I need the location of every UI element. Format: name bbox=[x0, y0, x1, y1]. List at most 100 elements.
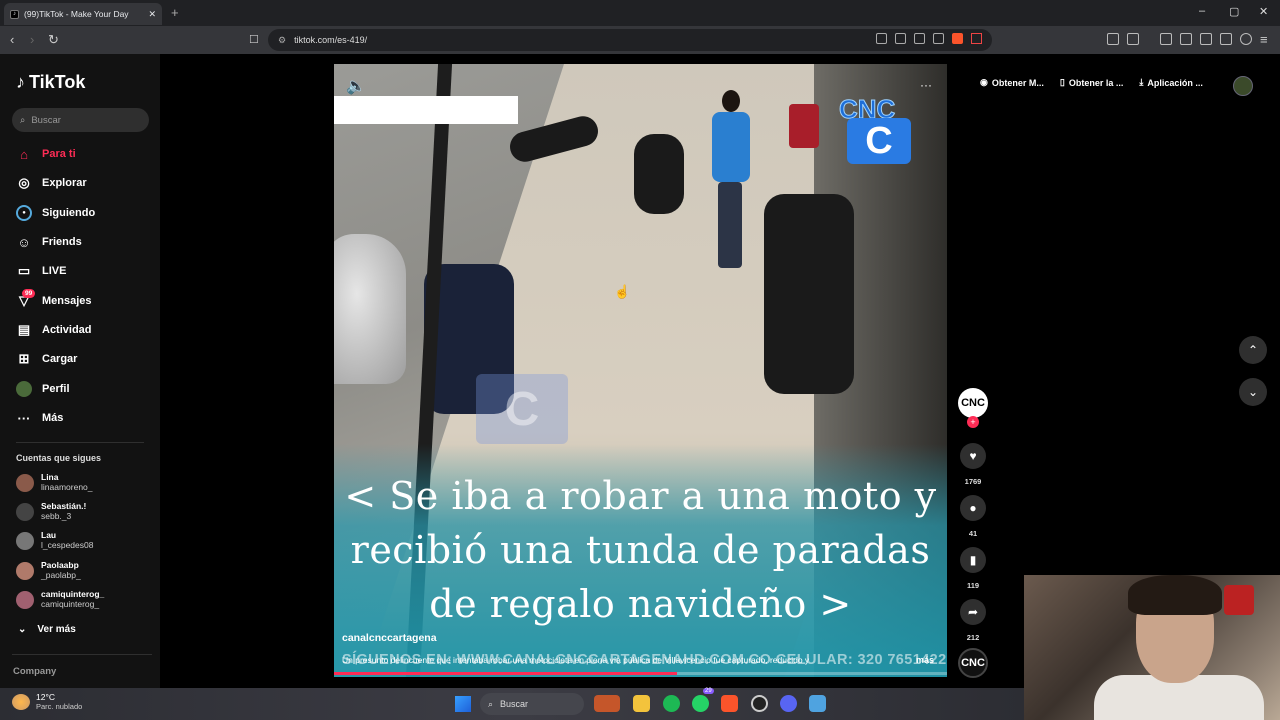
sidebar-divider bbox=[16, 442, 144, 443]
taskbar-search[interactable]: ⌕ Buscar bbox=[480, 693, 584, 715]
get-app-link[interactable]: ▯ Obtener la ... bbox=[1060, 77, 1123, 88]
forward-icon[interactable]: › bbox=[30, 32, 34, 48]
search-input[interactable]: ⌕ Buscar bbox=[12, 108, 149, 132]
bookmark-icon[interactable]: ☐ bbox=[249, 32, 259, 48]
extensions-icon[interactable] bbox=[1107, 33, 1119, 45]
account-username: camiquinterog_ bbox=[41, 599, 100, 609]
sidebar-item-live[interactable]: ▭ LIVE bbox=[16, 263, 67, 279]
wallet-icon[interactable] bbox=[1200, 33, 1212, 45]
windows-start-icon[interactable] bbox=[455, 696, 471, 712]
sidebar-item-para-ti[interactable]: ⌂ Para ti bbox=[16, 146, 76, 162]
follow-button[interactable]: + bbox=[967, 416, 979, 428]
share-count: 212 bbox=[966, 633, 980, 642]
minimize-button[interactable]: – bbox=[1199, 5, 1205, 17]
back-icon[interactable]: ‹ bbox=[10, 32, 14, 48]
desktop-app-link[interactable]: ⤓ Aplicación ... bbox=[1139, 77, 1203, 88]
video-progress-fill bbox=[334, 672, 678, 675]
creator-avatar[interactable]: CNC bbox=[958, 388, 988, 418]
reload-icon[interactable]: ↻ bbox=[48, 32, 59, 48]
translate-icon[interactable] bbox=[914, 33, 925, 44]
file-explorer-icon[interactable] bbox=[633, 695, 650, 712]
tab-title: (99)TikTok - Make Your Day bbox=[24, 9, 129, 19]
menu-icon[interactable]: ≡ bbox=[1260, 32, 1268, 48]
brave-rewards-icon[interactable] bbox=[971, 33, 982, 44]
sidebar-item-friends[interactable]: ☺ Friends bbox=[16, 234, 81, 250]
no-tracking-icon[interactable] bbox=[876, 33, 887, 44]
maximize-button[interactable]: ▢ bbox=[1229, 5, 1239, 18]
leo-ai-icon[interactable] bbox=[1220, 33, 1232, 45]
video-player[interactable]: CNC C C 🔈 ··· ☝ < Se iba a robar a una m… bbox=[334, 64, 947, 677]
comment-button[interactable]: ● bbox=[960, 495, 986, 521]
account-username: linaamoreno_ bbox=[41, 482, 93, 492]
previous-video-button[interactable]: ⌃ bbox=[1239, 336, 1267, 364]
sidebar-item-siguiendo[interactable]: ● Siguiendo bbox=[16, 205, 95, 221]
notepad-icon[interactable] bbox=[809, 695, 826, 712]
whatsapp-icon[interactable] bbox=[692, 695, 709, 712]
sidebar-item-label: Cargar bbox=[42, 353, 78, 365]
description-more-button[interactable]: más bbox=[916, 655, 934, 665]
video-author[interactable]: canalcnccartagena bbox=[342, 632, 437, 644]
account-name: Sebastián.! bbox=[41, 501, 87, 511]
tiktok-logo[interactable]: ♪ TikTok bbox=[16, 72, 85, 93]
followed-account[interactable]: Sebastián.! sebb._3 bbox=[16, 501, 86, 521]
heart-icon: ♥ bbox=[969, 449, 977, 463]
next-video-button[interactable]: ⌄ bbox=[1239, 378, 1267, 406]
taskbar-search-label: Buscar bbox=[500, 699, 529, 709]
brave-browser-icon[interactable] bbox=[721, 695, 738, 712]
cast-icon[interactable] bbox=[895, 33, 906, 44]
followed-account[interactable]: Lina linaamoreno_ bbox=[16, 472, 93, 492]
close-window-button[interactable]: ✕ bbox=[1259, 5, 1268, 18]
brave-shield-icon[interactable] bbox=[952, 33, 963, 44]
sidebar-divider bbox=[12, 654, 152, 655]
followed-account[interactable]: Paolaabp _paolabp_ bbox=[16, 560, 81, 580]
music-disc[interactable]: CNC bbox=[958, 648, 988, 678]
steam-icon[interactable] bbox=[751, 695, 768, 712]
see-more-button[interactable]: ⌄ Ver más bbox=[18, 624, 76, 635]
weather-widget[interactable]: 12°C Parc. nublado bbox=[12, 692, 82, 712]
url-text: tiktok.com/es-419/ bbox=[294, 35, 368, 45]
site-info-icon[interactable]: ⚙ bbox=[278, 35, 286, 46]
sidebar-item-actividad[interactable]: ▤ Actividad bbox=[16, 322, 92, 338]
media-icon[interactable] bbox=[1160, 33, 1172, 45]
discord-icon[interactable] bbox=[780, 695, 797, 712]
coin-icon: ◉ bbox=[980, 77, 988, 87]
video-description: Un presunto delincuente que intentaba ro… bbox=[342, 655, 810, 665]
address-bar[interactable]: ⚙ tiktok.com/es-419/ bbox=[268, 29, 992, 51]
friends-icon: ☺ bbox=[17, 234, 31, 250]
vpn-icon[interactable] bbox=[1240, 33, 1252, 45]
sidebar-item-label: Explorar bbox=[42, 177, 87, 189]
messages-badge: 99 bbox=[22, 289, 36, 298]
spotify-icon[interactable] bbox=[663, 695, 680, 712]
sidebar-item-perfil[interactable]: Perfil bbox=[16, 381, 70, 397]
tiktok-note-icon: ♪ bbox=[16, 72, 25, 92]
followed-account[interactable]: camiquinterog_ camiquinterog_ bbox=[16, 589, 104, 609]
video-progress-bar[interactable] bbox=[334, 672, 947, 675]
like-button[interactable]: ♥ bbox=[960, 443, 986, 469]
get-app-label: Obtener la ... bbox=[1068, 77, 1124, 88]
sidebar-item-mas[interactable]: ··· Más bbox=[16, 410, 64, 426]
save-button[interactable]: ▮ bbox=[960, 547, 986, 573]
account-name: Lau bbox=[41, 530, 57, 540]
profile-avatar[interactable] bbox=[1233, 76, 1253, 96]
get-coins-link[interactable]: ◉ Obtener M... bbox=[980, 77, 1044, 88]
share-icon[interactable] bbox=[933, 33, 944, 44]
screenshot-icon[interactable] bbox=[1127, 33, 1139, 45]
more-options-icon[interactable]: ··· bbox=[920, 78, 932, 92]
sidebar-item-label: Mensajes bbox=[42, 295, 92, 307]
company-link[interactable]: Company bbox=[13, 666, 56, 677]
close-tab-icon[interactable]: ✕ bbox=[148, 9, 156, 20]
see-more-label: Ver más bbox=[37, 624, 76, 635]
followed-account[interactable]: Lau l_cespedes08 bbox=[16, 530, 93, 550]
volume-icon[interactable]: 🔈 bbox=[346, 76, 366, 96]
browser-tab[interactable]: ♪ (99)TikTok - Make Your Day ✕ bbox=[4, 3, 162, 25]
sidebar-item-explorar[interactable]: ◎ Explorar bbox=[16, 175, 87, 191]
new-tab-button[interactable]: + bbox=[171, 5, 179, 20]
more-icon: ··· bbox=[17, 410, 31, 426]
sidebar: ♪ TikTok ⌕ Buscar ⌂ Para ti ◎ Explorar ●… bbox=[0, 54, 160, 688]
media-app-icon[interactable] bbox=[594, 695, 620, 712]
video-scene-motorcycle bbox=[764, 194, 854, 394]
share-button[interactable]: ➦ bbox=[960, 599, 986, 625]
sidebar-item-cargar[interactable]: ⊞ Cargar bbox=[16, 351, 78, 367]
sidebar-toggle-icon[interactable] bbox=[1180, 33, 1192, 45]
whatsapp-badge: 29 bbox=[703, 688, 714, 694]
